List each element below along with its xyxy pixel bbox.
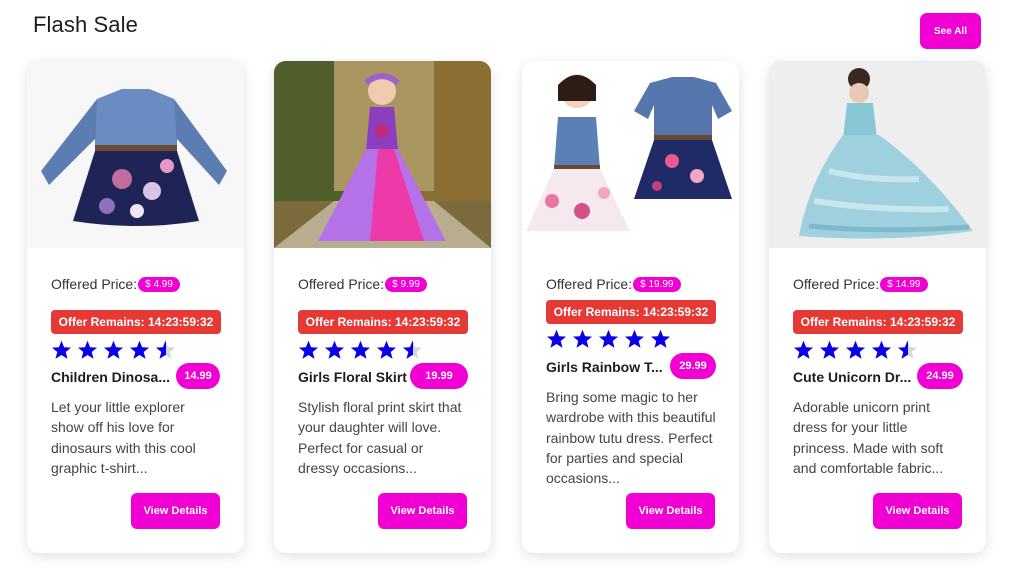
offered-price-label: Offered Price: (546, 276, 633, 292)
star-rating (298, 340, 423, 360)
star-icon (350, 340, 371, 360)
star-icon (897, 340, 918, 360)
product-price-badge: 29.99 (670, 353, 716, 379)
offered-price-label: Offered Price: (51, 276, 138, 292)
product-name[interactable]: Children Dinosa... (51, 369, 171, 385)
star-icon (376, 340, 397, 360)
view-details-button[interactable]: View Details (131, 493, 220, 529)
star-icon (624, 329, 645, 349)
star-icon (77, 340, 98, 360)
product-price-badge: 24.99 (917, 363, 963, 389)
product-card[interactable]: Offered Price: $ 4.99 Offer Remains: 14:… (27, 61, 244, 553)
star-icon (572, 329, 593, 349)
star-rating (51, 340, 176, 360)
star-icon (129, 340, 150, 360)
product-image[interactable] (274, 61, 491, 248)
price-badge: $ 14.99 (880, 276, 928, 292)
product-name[interactable]: Girls Rainbow T... (546, 359, 666, 375)
product-name[interactable]: Girls Floral Skirt (298, 369, 418, 385)
product-price-badge: 14.99 (176, 363, 220, 389)
section-title: Flash Sale (33, 12, 138, 37)
offer-countdown-badge: Offer Remains: 14:23:59:32 (298, 310, 468, 334)
star-rating (793, 340, 918, 360)
offered-price-row: Offered Price: $ 9.99 (298, 276, 427, 292)
see-all-button[interactable]: See All (920, 13, 981, 49)
offer-countdown-badge: Offer Remains: 14:23:59:32 (546, 300, 716, 324)
product-name[interactable]: Cute Unicorn Dr... (793, 369, 913, 385)
view-details-button[interactable]: View Details (873, 493, 962, 529)
offer-countdown-badge: Offer Remains: 14:23:59:32 (793, 310, 963, 334)
offered-price-label: Offered Price: (298, 276, 385, 292)
star-icon (871, 340, 892, 360)
product-card[interactable]: Offered Price: $ 9.99 Offer Remains: 14:… (274, 61, 491, 553)
price-badge: $ 4.99 (138, 276, 180, 292)
offered-price-label: Offered Price: (793, 276, 880, 292)
purple-tutu-dress-image (274, 61, 491, 248)
blue-ruffle-gown-image (769, 61, 986, 248)
product-description: Bring some magic to her wardrobe with th… (546, 389, 716, 487)
star-icon (324, 340, 345, 360)
product-card-list: Offered Price: $ 4.99 Offer Remains: 14:… (27, 61, 987, 553)
offered-price-row: Offered Price: $ 14.99 (793, 276, 928, 292)
product-image[interactable] (522, 61, 739, 248)
product-image[interactable] (769, 61, 986, 248)
star-icon (598, 329, 619, 349)
product-description: Let your little explorer show off his lo… (51, 399, 196, 476)
product-price-badge: 19.99 (410, 363, 468, 389)
star-icon (298, 340, 319, 360)
product-card[interactable]: Offered Price: $ 19.99 Offer Remains: 14… (522, 61, 739, 553)
offer-countdown-badge: Offer Remains: 14:23:59:32 (51, 310, 221, 334)
star-icon (51, 340, 72, 360)
star-icon (155, 340, 176, 360)
price-badge: $ 9.99 (385, 276, 427, 292)
product-image[interactable] (27, 61, 244, 248)
star-rating (546, 329, 671, 349)
star-icon (650, 329, 671, 349)
price-badge: $ 19.99 (633, 276, 681, 292)
star-icon (819, 340, 840, 360)
product-card[interactable]: Offered Price: $ 14.99 Offer Remains: 14… (769, 61, 986, 553)
denim-floral-dress-pair-image (522, 61, 739, 248)
offered-price-row: Offered Price: $ 4.99 (51, 276, 180, 292)
star-icon (546, 329, 567, 349)
denim-floral-dress-image (27, 61, 244, 248)
view-details-button[interactable]: View Details (626, 493, 715, 529)
product-description: Stylish floral print skirt that your dau… (298, 399, 462, 476)
star-icon (793, 340, 814, 360)
view-details-button[interactable]: View Details (378, 493, 467, 529)
star-icon (402, 340, 423, 360)
star-icon (103, 340, 124, 360)
product-description: Adorable unicorn print dress for your li… (793, 399, 944, 476)
star-icon (845, 340, 866, 360)
offered-price-row: Offered Price: $ 19.99 (546, 276, 681, 292)
